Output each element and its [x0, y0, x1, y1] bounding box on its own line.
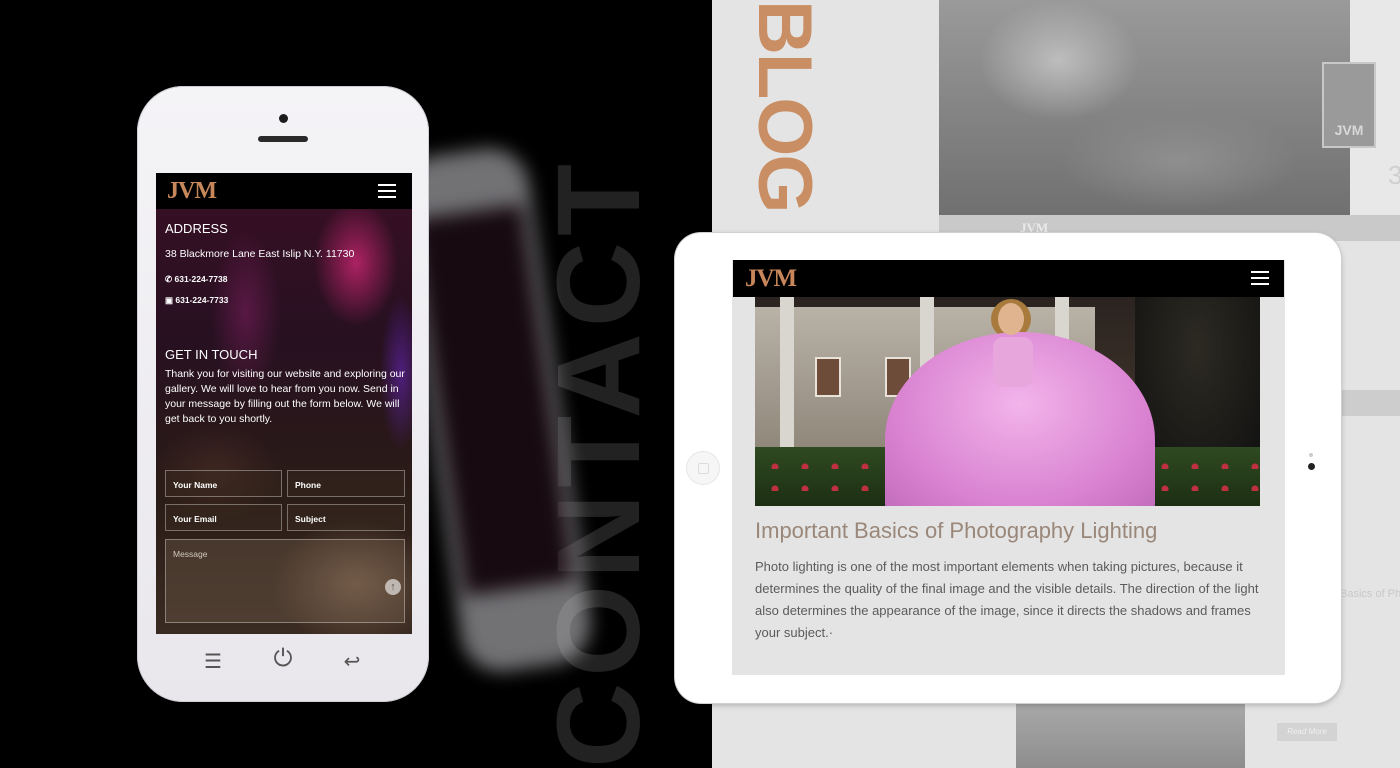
background-side-bar [1342, 390, 1400, 416]
background-read-more: Read More [1277, 723, 1337, 741]
phone-camera-icon [279, 114, 288, 123]
stage: CONTACT JVM ADDRESS 38 Blackmore Lane Ea… [0, 0, 1400, 768]
back-icon[interactable]: ↩ [342, 649, 362, 674]
tablet-device: JVM Important Basics of Photography Ligh… [675, 233, 1341, 703]
fax-number-row: ▣ 631-224-7733 [165, 295, 228, 306]
tablet-menu-icon[interactable] [1251, 271, 1269, 285]
tablet-screen: JVM Important Basics of Photography Ligh… [732, 260, 1285, 675]
get-in-touch-heading: GET IN TOUCH [165, 347, 258, 362]
subject-field[interactable]: Subject [287, 504, 405, 531]
power-icon[interactable]: ⏻ [269, 645, 297, 673]
background-jvm-badge: JVM [1322, 62, 1376, 148]
phone-menu-button-icon[interactable]: ☰ [203, 649, 223, 674]
blog-post-title[interactable]: Important Basics of Photography Lighting [755, 518, 1157, 544]
background-bottom-photo [1016, 703, 1245, 768]
get-in-touch-text: Thank you for visiting our website and e… [165, 368, 405, 425]
tablet-logo[interactable]: JVM [745, 265, 797, 293]
tablet-navbar: JVM [733, 260, 1284, 297]
message-field[interactable]: Message [165, 539, 405, 623]
name-field[interactable]: Your Name [165, 470, 282, 497]
phone-logo[interactable]: JVM [167, 178, 217, 205]
send-arrow-icon[interactable]: ↑ [385, 579, 401, 595]
tablet-home-button[interactable] [686, 451, 720, 485]
fax-icon: ▣ [165, 295, 176, 305]
background-basics-text: Basics of Ph [1340, 588, 1400, 600]
fax-number: 631-224-7733 [175, 295, 229, 305]
blog-side-word: BLOG [742, 0, 827, 212]
email-field[interactable]: Your Email [165, 504, 282, 531]
phone-navbar: JVM [156, 173, 412, 209]
phone-device: JVM ADDRESS 38 Blackmore Lane East Islip… [137, 86, 429, 702]
blog-post-photo[interactable] [755, 297, 1260, 506]
tablet-sensor [1309, 453, 1313, 457]
address-heading: ADDRESS [165, 221, 228, 236]
phone-menu-icon[interactable] [378, 184, 396, 198]
phone-speaker [258, 136, 308, 142]
phone-number: 631-224-7738 [174, 274, 228, 284]
background-side-number: 3 [1388, 160, 1400, 190]
address-text: 38 Blackmore Lane East Islip N.Y. 11730 [165, 248, 355, 260]
phone-number-row[interactable]: ✆ 631-224-7738 [165, 274, 227, 285]
tablet-camera-icon [1308, 463, 1315, 470]
blog-post-excerpt: Photo lighting is one of the most import… [755, 559, 1259, 640]
phone-screen: JVM ADDRESS 38 Blackmore Lane East Islip… [156, 173, 412, 634]
phone-field[interactable]: Phone [287, 470, 405, 497]
